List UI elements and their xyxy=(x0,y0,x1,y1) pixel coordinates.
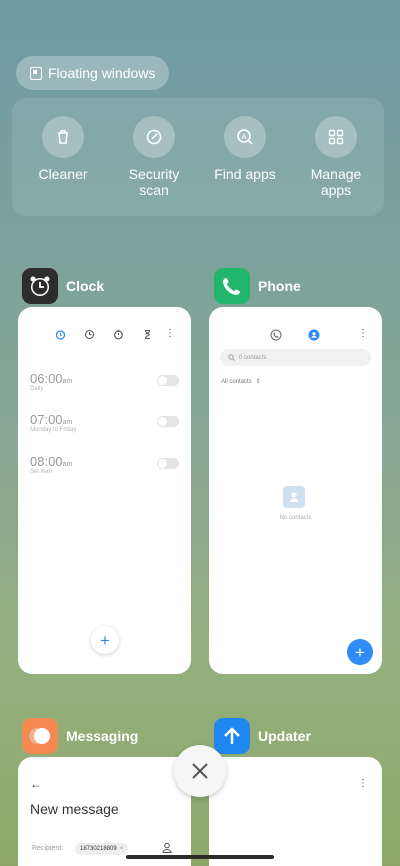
recipient-chip[interactable]: 18730218809 × xyxy=(75,843,129,855)
recipient-label: Recipient: xyxy=(32,845,64,852)
call-log-icon[interactable] xyxy=(270,329,282,341)
find-apps-button[interactable]: A Find apps xyxy=(200,116,290,182)
search-icon xyxy=(228,354,235,361)
add-alarm-button[interactable]: + xyxy=(91,626,119,654)
updater-app-name: Updater xyxy=(258,728,311,744)
security-label-line2: scan xyxy=(139,182,169,198)
phone-app-name: Phone xyxy=(258,278,301,294)
contacts-filter[interactable]: All contacts ⇕ xyxy=(221,378,261,386)
alarm-time: 07:00 xyxy=(30,412,63,427)
alarm-ampm: am xyxy=(62,419,73,426)
alarm-toggle[interactable] xyxy=(157,375,179,386)
messaging-app-icon xyxy=(22,718,58,754)
clock-tabs xyxy=(55,329,153,340)
updater-app-icon xyxy=(214,718,250,754)
new-message-title: New message xyxy=(30,801,119,817)
trash-icon xyxy=(42,116,84,158)
empty-contacts-label: No contacts xyxy=(279,515,312,521)
alarm-ampm: am xyxy=(62,461,73,468)
clock-app-name: Clock xyxy=(66,278,105,294)
updater-app-card[interactable]: ⋮ xyxy=(209,757,382,866)
messaging-app-card[interactable]: ← New message Recipient: 18730218809 × xyxy=(18,757,191,866)
world-clock-icon[interactable] xyxy=(84,329,95,340)
contact-search-input[interactable]: 0 contacts xyxy=(220,349,371,366)
floating-windows-label: Floating windows xyxy=(48,65,156,81)
remove-recipient-icon[interactable]: × xyxy=(120,846,124,852)
close-icon xyxy=(192,763,208,779)
alarm-icon[interactable] xyxy=(55,329,66,340)
find-apps-icon: A xyxy=(224,116,266,158)
floating-windows-button[interactable]: Floating windows xyxy=(16,56,170,90)
alarm-time: 08:00 xyxy=(30,454,63,469)
recipient-chip-number: 18730218809 xyxy=(80,846,117,852)
updater-app-header[interactable]: Updater xyxy=(214,718,311,754)
stopwatch-icon[interactable] xyxy=(113,329,124,340)
quick-tools-panel: Cleaner Security scan A Find apps Manage… xyxy=(12,98,384,216)
clock-app-icon xyxy=(22,268,58,304)
more-options-icon[interactable]: ⋮ xyxy=(165,329,175,339)
alarm-toggle[interactable] xyxy=(157,458,179,469)
floating-window-icon xyxy=(30,66,42,80)
filter-label: All contacts xyxy=(221,378,252,385)
close-all-button[interactable] xyxy=(174,745,226,797)
alarm-desc: Monday to Friday xyxy=(30,427,77,433)
alarm-toggle[interactable] xyxy=(157,416,179,427)
svg-text:A: A xyxy=(242,134,247,141)
manage-label-line1: Manage xyxy=(310,166,362,182)
clock-app-header[interactable]: Clock xyxy=(22,268,104,304)
add-contact-button[interactable]: + xyxy=(347,639,373,665)
find-apps-label: Find apps xyxy=(214,166,276,182)
alarm-ampm: am xyxy=(62,378,73,385)
manage-apps-button[interactable]: Manage apps xyxy=(291,116,381,198)
updown-icon: ⇕ xyxy=(255,379,261,385)
empty-contacts-icon xyxy=(283,486,305,508)
phone-app-card[interactable]: ⋮ 0 contacts All contacts ⇕ No contacts … xyxy=(209,307,382,674)
more-options-icon[interactable]: ⋮ xyxy=(358,779,368,789)
cleaner-label: Cleaner xyxy=(38,166,88,182)
manage-label-line2: apps xyxy=(320,182,352,198)
grid-icon xyxy=(315,116,357,158)
home-indicator[interactable] xyxy=(126,855,274,859)
phone-app-header[interactable]: Phone xyxy=(214,268,301,304)
timer-icon[interactable] xyxy=(142,329,153,340)
shield-check-icon xyxy=(133,116,175,158)
contacts-icon[interactable] xyxy=(308,329,320,341)
back-arrow-icon[interactable]: ← xyxy=(30,777,42,791)
security-label-line1: Security xyxy=(128,166,180,182)
alarm-desc: Set item xyxy=(30,469,53,475)
more-options-icon[interactable]: ⋮ xyxy=(358,329,368,339)
cleaner-button[interactable]: Cleaner xyxy=(18,116,108,182)
alarm-time: 06:00 xyxy=(30,371,63,386)
phone-tabs xyxy=(270,329,320,341)
alarm-desc: Daily xyxy=(30,386,44,392)
messaging-app-header[interactable]: Messaging xyxy=(22,718,138,754)
search-placeholder: 0 contacts xyxy=(239,354,267,361)
messaging-app-name: Messaging xyxy=(66,728,139,744)
security-scan-button[interactable]: Security scan xyxy=(109,116,199,198)
clock-app-card[interactable]: ⋮ 06:00am Daily 07:00am Monday to Friday… xyxy=(18,307,191,674)
add-contact-icon[interactable] xyxy=(162,842,172,854)
phone-app-icon xyxy=(214,268,250,304)
